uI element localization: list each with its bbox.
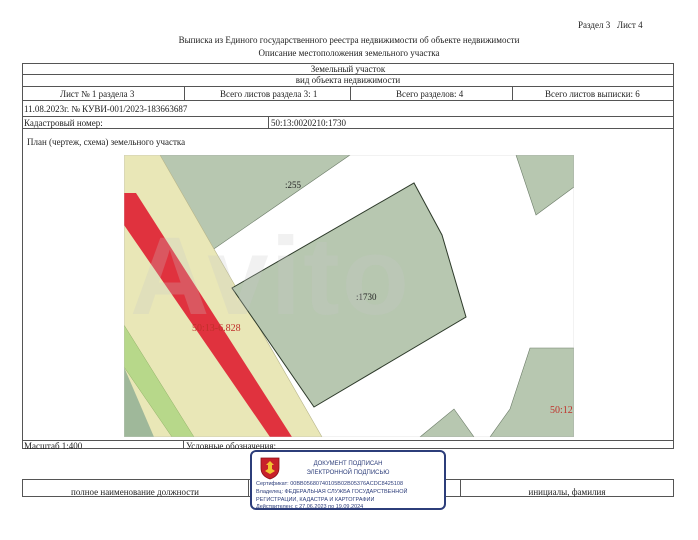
stamp-certificate: Сертификат: 00BB05680740105B02B05376ACDC… <box>256 481 404 487</box>
parcel-255-label: :255 <box>285 180 302 190</box>
scale-label: Масштаб 1:400 <box>24 441 83 451</box>
avito-watermark: Avito <box>130 215 411 338</box>
sheet-label: Лист 4 <box>617 20 643 30</box>
stamp-valid: Действителен: с 27.06.2023 по 19.09.2024 <box>256 504 364 510</box>
sheet-number: Лист № 1 раздела 3 <box>60 89 135 99</box>
stamp-subtitle: ЭЛЕКТРОННОЙ ПОДПИСЬЮ <box>306 470 390 476</box>
total-sheets-extract: Всего листов выписки: 6 <box>545 89 640 99</box>
object-type-caption: вид объекта недвижимости <box>295 75 401 85</box>
parcel-right-label: 50:12 <box>550 405 573 416</box>
stamp-owner-line1: Владелец: ФЕДЕРАЛЬНАЯ СЛУЖБА ГОСУДАРСТВЕ… <box>256 489 408 495</box>
total-sections: Всего разделов: 4 <box>396 89 464 99</box>
digital-signature-stamp: ДОКУМЕНТ ПОДПИСАН ЭЛЕКТРОННОЙ ПОДПИСЬЮ С… <box>250 450 446 510</box>
date-number: 11.08.2023г. № КУВИ-001/2023-183663687 <box>24 104 188 114</box>
plan-label: План (чертеж, схема) земельного участка <box>27 137 186 147</box>
document-title: Выписка из Единого государственного реес… <box>178 35 520 45</box>
position-label: полное наименование должности <box>71 487 199 497</box>
stamp-title: ДОКУМЕНТ ПОДПИСАН <box>313 461 383 467</box>
parcel-right <box>489 347 574 437</box>
stamp-owner-line2: РЕГИСТРАЦИИ, КАДАСТРА И КАРТОГРАФИИ <box>256 497 375 503</box>
total-sheets-section: Всего листов раздела 3: 1 <box>220 89 318 99</box>
section-label: Раздел 3 <box>578 20 611 30</box>
document-subtitle: Описание местоположения земельного участ… <box>258 48 440 58</box>
parcel-top-right <box>515 155 574 216</box>
parcel-bottom-middle <box>419 408 475 437</box>
name-label: инициалы, фамилия <box>528 487 606 497</box>
coat-of-arms-icon <box>260 457 280 480</box>
